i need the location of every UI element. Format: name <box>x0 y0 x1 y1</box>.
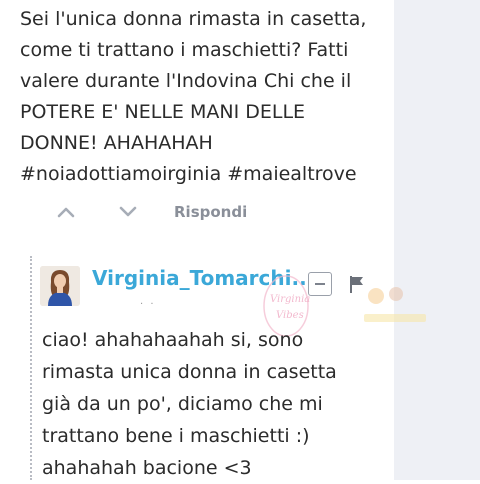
reply: Virginia_Tomarchi... Virginia Vibes . . … <box>30 256 480 480</box>
minus-icon <box>315 283 325 285</box>
svg-text:Vibes: Vibes <box>276 310 304 321</box>
flag-icon <box>350 276 363 293</box>
comment-text: Sei l'unica donna rimasta in casetta, co… <box>20 8 367 185</box>
upvote-button[interactable] <box>52 198 80 226</box>
comment-actions: Rispondi <box>52 196 352 228</box>
reply-username[interactable]: Virginia_Tomarchi... <box>92 266 314 290</box>
collapse-button[interactable] <box>308 272 332 296</box>
downvote-button[interactable] <box>114 198 142 226</box>
avatar[interactable] <box>40 266 80 306</box>
svg-text:Virginia: Virginia <box>270 294 310 305</box>
reply-meta: . . <box>140 296 156 307</box>
chevron-down-icon <box>119 206 137 217</box>
flag-button[interactable] <box>348 274 366 294</box>
reply-button[interactable]: Rispondi <box>174 203 247 221</box>
user-avatar-icon <box>40 266 80 306</box>
comment: Sei l'unica donna rimasta in casetta, co… <box>0 0 426 480</box>
reply-text: ciao! ahahahaahah si, sono rimasta unica… <box>42 329 337 479</box>
chevron-up-icon <box>57 207 75 218</box>
thread-line <box>30 256 32 480</box>
